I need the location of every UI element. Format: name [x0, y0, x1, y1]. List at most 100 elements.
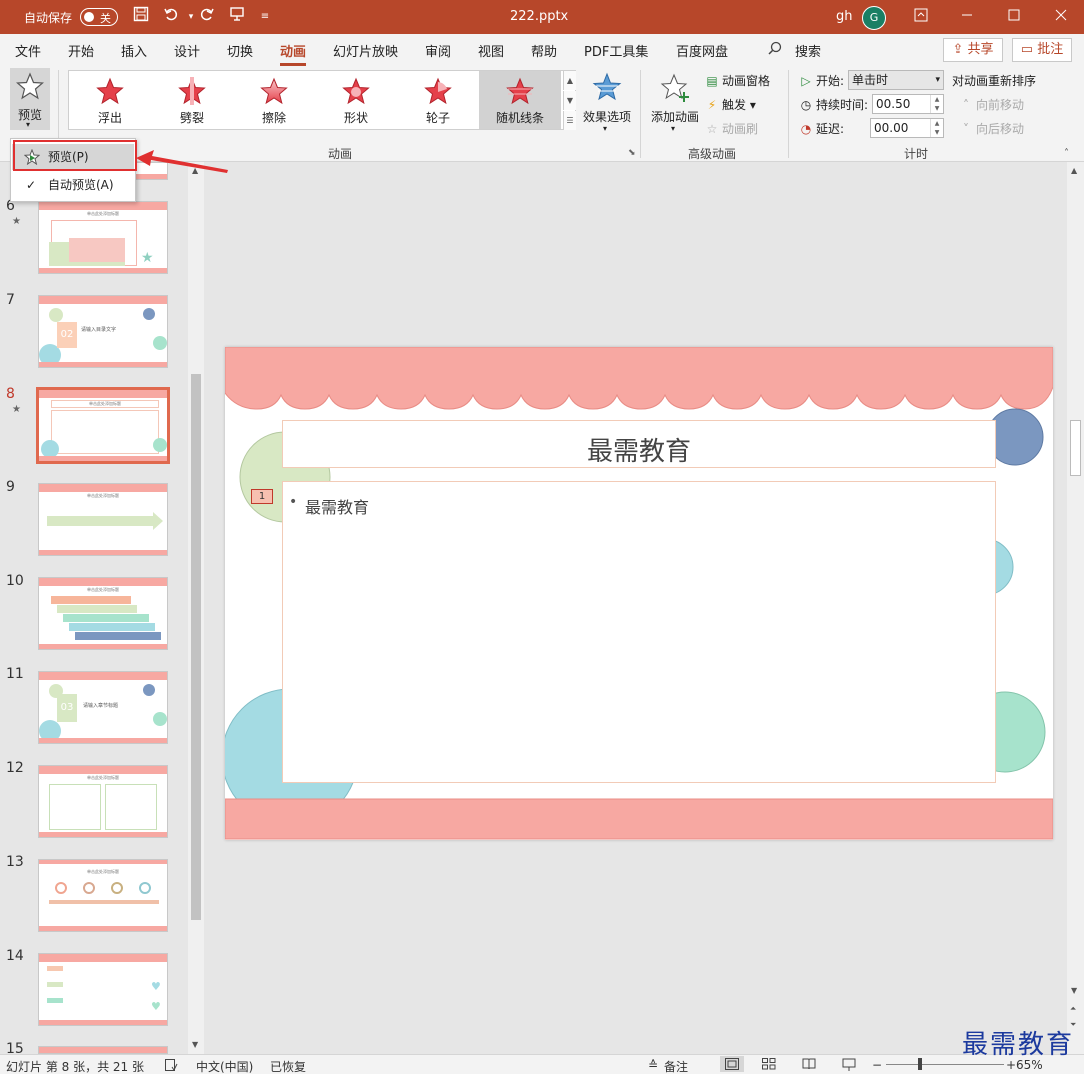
tab-animations[interactable]: 动画: [280, 41, 307, 66]
title-placeholder[interactable]: 最需教育: [282, 420, 996, 468]
add-animation-icon: [660, 73, 689, 102]
scroll-down-icon[interactable]: ▼: [1071, 986, 1077, 995]
tab-pdf-tools[interactable]: PDF工具集: [584, 41, 648, 60]
ribbon-display-icon[interactable]: [910, 6, 932, 28]
comment-button[interactable]: ▭ 批注: [1012, 38, 1072, 62]
minimize-icon[interactable]: [956, 6, 978, 28]
thumbnail-slide-7[interactable]: 02 请输入目录文字: [38, 295, 168, 368]
tab-baidu-netdisk[interactable]: 百度网盘: [676, 41, 728, 60]
menu-item-auto-preview[interactable]: ✓ 自动预览(A): [12, 172, 134, 198]
tab-insert[interactable]: 插入: [121, 41, 147, 60]
move-earlier-button[interactable]: ˄ 向前移动: [958, 96, 1024, 113]
scrollbar-thumb[interactable]: [191, 374, 201, 920]
gallery-more-icon[interactable]: ☰: [563, 111, 576, 130]
share-button[interactable]: ⇪ 共享: [943, 38, 1003, 62]
language-indicator[interactable]: 中文(中国): [196, 1058, 253, 1074]
user-name: gh: [836, 9, 853, 24]
save-icon[interactable]: [130, 6, 152, 28]
thumb-scallop: [39, 390, 167, 398]
prev-slide-icon[interactable]: ⏶: [1070, 1004, 1076, 1014]
move-later-button[interactable]: ˅ 向后移动: [958, 120, 1024, 137]
scroll-up-icon[interactable]: ▲: [1071, 166, 1077, 175]
present-icon[interactable]: [226, 6, 248, 28]
scroll-down-icon[interactable]: ▼: [192, 1040, 198, 1049]
tab-home[interactable]: 开始: [68, 41, 94, 60]
collapse-ribbon-icon[interactable]: ˄: [1064, 148, 1069, 159]
duration-spinner[interactable]: ▲ ▼: [930, 95, 943, 113]
tab-slideshow[interactable]: 幻灯片放映: [333, 41, 398, 60]
scrollbar-thumb[interactable]: [1070, 420, 1081, 476]
thumb-step: [63, 614, 149, 622]
thumbnail-scrollbar[interactable]: ▲ ▼: [188, 162, 204, 1054]
anim-shape[interactable]: 形状: [315, 71, 397, 129]
zoom-slider[interactable]: [886, 1064, 1004, 1065]
zoom-slider-handle[interactable]: [918, 1058, 922, 1070]
delay-spinner[interactable]: ▲ ▼: [930, 119, 943, 137]
redo-icon[interactable]: [196, 6, 218, 28]
slide-number: 9: [6, 479, 15, 495]
gallery-up-icon[interactable]: ▲: [563, 71, 576, 90]
maximize-icon[interactable]: [1003, 6, 1025, 28]
anim-float-in[interactable]: 浮出: [69, 71, 151, 129]
thumb-title: 请输入目录文字: [81, 327, 117, 333]
thumbnail-slide-12[interactable]: 单击此处添加标题: [38, 765, 168, 838]
thumbnail-slide-8[interactable]: 单击此处添加标题: [36, 387, 170, 464]
slide-number: 13: [6, 854, 24, 870]
editor-scrollbar[interactable]: ▲ ▼ ⏶ ⏷: [1067, 162, 1084, 1054]
thumbnail-slide-10[interactable]: 单击此处添加标题: [38, 577, 168, 650]
gallery-down-icon[interactable]: ▼: [563, 91, 576, 110]
thumb-scallop: [39, 202, 167, 210]
anim-split[interactable]: 劈裂: [151, 71, 233, 129]
close-icon[interactable]: [1050, 6, 1072, 28]
notes-button[interactable]: 备注: [664, 1058, 688, 1074]
tab-help[interactable]: 帮助: [531, 41, 557, 60]
duration-input[interactable]: 00.50 ▲ ▼: [872, 94, 944, 114]
thumb-pin: [55, 882, 67, 894]
trigger-button[interactable]: ⚡ 触发 ▾: [704, 96, 756, 113]
tab-design[interactable]: 设计: [174, 41, 200, 60]
avatar[interactable]: G: [862, 6, 886, 30]
thumbnail-slide-15[interactable]: [38, 1046, 168, 1054]
thumb-tag: [47, 998, 63, 1003]
search-box[interactable]: 搜索: [795, 41, 821, 60]
add-animation-button[interactable]: 添加动画 ▾: [648, 70, 702, 136]
slide-sorter-icon[interactable]: [762, 1058, 776, 1073]
thumbnail-slide-14[interactable]: ♥ ♥: [38, 953, 168, 1026]
tab-file[interactable]: 文件: [15, 41, 41, 60]
slideshow-icon[interactable]: [842, 1058, 856, 1074]
dialog-launcher-icon[interactable]: ⬊: [628, 148, 636, 158]
bullet-icon: •: [289, 494, 298, 510]
autosave-toggle[interactable]: 关: [80, 8, 118, 26]
effect-options-button[interactable]: 效果选项 ▾: [578, 70, 636, 136]
start-select[interactable]: 单击时 ▾: [848, 70, 944, 90]
animation-painter-button[interactable]: ☆ 动画刷: [704, 120, 758, 137]
anim-wheel[interactable]: 轮子: [397, 71, 479, 129]
anim-random-bars[interactable]: 随机线条: [479, 71, 561, 129]
slide-canvas[interactable]: 最需教育 1 • 最需教育: [225, 347, 1053, 840]
thumbnail-slide-9[interactable]: 单击此处添加标题: [38, 483, 168, 556]
tab-view[interactable]: 视图: [478, 41, 504, 60]
undo-icon[interactable]: [160, 6, 182, 28]
delay-input[interactable]: 00.00 ▲ ▼: [870, 118, 944, 138]
thumb-circle: [153, 712, 167, 726]
normal-view-button[interactable]: [720, 1056, 744, 1072]
thumbnail-slide-6[interactable]: 单击此处添加标题 ★: [38, 201, 168, 274]
thumbnail-slide-11[interactable]: 03 请输入章节标题: [38, 671, 168, 744]
tab-transitions[interactable]: 切换: [227, 41, 253, 60]
thumb-footer: [39, 1020, 167, 1025]
customize-toolbar-icon[interactable]: ≡: [254, 6, 276, 28]
content-placeholder[interactable]: • 最需教育: [282, 481, 996, 783]
anim-wipe[interactable]: 擦除: [233, 71, 315, 129]
thumbnail-slide-13[interactable]: 单击此处添加标题: [38, 859, 168, 932]
preview-button[interactable]: 预览 ▾: [10, 68, 50, 130]
spellcheck-icon[interactable]: [164, 1058, 178, 1074]
notes-icon[interactable]: ≙: [648, 1058, 658, 1072]
zoom-out-icon[interactable]: −: [872, 1058, 882, 1072]
search-icon[interactable]: [768, 41, 782, 59]
trigger-label: 触发: [722, 98, 747, 112]
animation-pane-button[interactable]: ▤ 动画窗格: [704, 72, 770, 89]
reading-view-icon[interactable]: [802, 1058, 816, 1073]
animation-order-tag[interactable]: 1: [251, 489, 273, 504]
slide-counter: 幻灯片 第 8 张，共 21 张: [6, 1060, 144, 1074]
tab-review[interactable]: 审阅: [425, 41, 451, 60]
